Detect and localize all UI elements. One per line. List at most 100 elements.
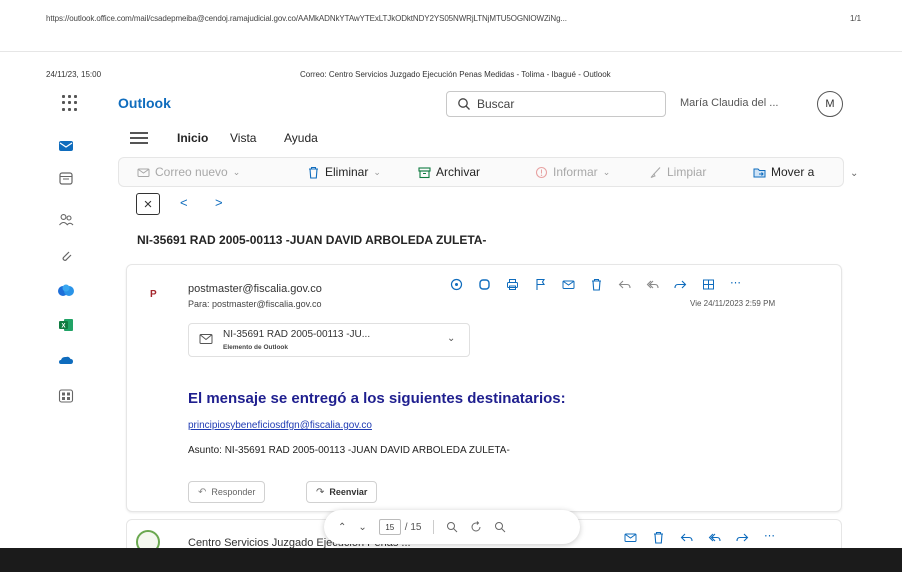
svg-text:X: X: [61, 324, 65, 330]
reply-all-icon[interactable]: [646, 278, 659, 291]
next-message-actions: ⋯: [624, 531, 775, 544]
delivery-heading: El mensaje se entregó a los siguientes d…: [188, 390, 566, 407]
chevron-down-icon[interactable]: ⌄: [603, 167, 611, 178]
search-placeholder: Buscar: [477, 97, 515, 111]
tab-inicio[interactable]: Inicio: [177, 131, 208, 145]
people-icon[interactable]: [58, 212, 74, 228]
envelope-icon: [199, 334, 213, 344]
move-to-button[interactable]: Mover a: [753, 165, 814, 179]
sweep-label: Limpiar: [667, 165, 707, 179]
onedrive-icon[interactable]: [58, 352, 74, 368]
print-icon[interactable]: [506, 278, 519, 291]
chevron-up-icon[interactable]: ⌃: [338, 522, 346, 533]
app-rail: X: [46, 120, 86, 450]
page-url: https://outlook.office.com/mail/csadepme…: [46, 14, 567, 23]
print-header: https://outlook.office.com/mail/csadepme…: [0, 0, 902, 52]
move-to-label: Mover a: [771, 165, 815, 179]
page-count: 1/1: [850, 14, 862, 23]
warning-icon: [535, 166, 548, 178]
reply-all-icon[interactable]: [708, 531, 721, 544]
mail-icon[interactable]: [58, 138, 74, 154]
reply-icon[interactable]: [680, 531, 693, 544]
search-input[interactable]: Buscar: [446, 91, 666, 117]
close-button[interactable]: ×: [136, 193, 160, 215]
trash-icon[interactable]: [652, 531, 665, 544]
teams-icon[interactable]: [58, 283, 74, 299]
forward-button[interactable]: ↷ Reenviar: [306, 481, 378, 503]
chevron-down-icon[interactable]: ⌄: [373, 167, 381, 178]
chevron-down-icon[interactable]: ⌄: [447, 333, 455, 344]
sweep-button[interactable]: Limpiar: [649, 165, 706, 179]
pdf-viewer-toolbar: ⌃ ⌄ 15 / 15: [324, 510, 580, 544]
mark-unread-icon[interactable]: [562, 278, 575, 291]
folder-move-icon: [753, 168, 766, 177]
rotate-icon[interactable]: [470, 521, 482, 533]
message-subject: NI-35691 RAD 2005-00113 -JUAN DAVID ARBO…: [137, 233, 487, 247]
trash-icon: [309, 166, 318, 179]
reply-icon: ↶: [198, 486, 207, 498]
delivery-subject: Asunto: NI-35691 RAD 2005-00113 -JUAN DA…: [188, 445, 510, 456]
app-launcher-icon[interactable]: [62, 95, 78, 111]
chevron-down-icon[interactable]: ⌄: [233, 167, 241, 178]
report-label: Informar: [553, 165, 598, 179]
recipient-line: Para: postmaster@fiscalia.gov.co: [188, 299, 322, 309]
reply-icon[interactable]: [618, 278, 631, 291]
sender-avatar: P: [150, 289, 157, 300]
avatar[interactable]: M: [817, 91, 843, 117]
envelope-icon: [137, 168, 150, 177]
more-apps-icon[interactable]: [58, 388, 74, 404]
archive-label: Archivar: [436, 165, 481, 179]
chevron-down-icon[interactable]: ⌄: [850, 168, 858, 179]
forward-icon[interactable]: [674, 278, 687, 291]
outlook-topbar: Outlook Buscar María Claudia del ... M: [46, 88, 856, 120]
sender-email[interactable]: postmaster@fiscalia.gov.co: [188, 283, 322, 295]
view-icon[interactable]: [702, 278, 715, 291]
tab-vista[interactable]: Vista: [230, 131, 256, 145]
delete-label: Eliminar: [325, 165, 369, 179]
tab-ayuda[interactable]: Ayuda: [284, 131, 318, 145]
toolbar-divider: [433, 520, 435, 534]
mark-unread-icon[interactable]: [624, 531, 637, 544]
forward-icon[interactable]: [736, 531, 749, 544]
new-mail-button[interactable]: Correo nuevo ⌄: [137, 165, 240, 179]
recipient-link[interactable]: principiosybeneficiosdfgn@fiscalia.gov.c…: [188, 420, 372, 431]
page-number-input[interactable]: 15: [378, 519, 401, 535]
broom-icon: [650, 166, 661, 178]
attachment-name: NI-35691 RAD 2005-00113 -JU...: [223, 329, 371, 340]
ribbon-toolbar: Correo nuevo ⌄ Eliminar ⌄ Archivar Infor…: [118, 157, 844, 187]
message-date: Vie 24/11/2023 2:59 PM: [690, 299, 776, 308]
copilot-icon[interactable]: [478, 278, 491, 291]
app-name[interactable]: Outlook: [118, 95, 171, 111]
attach-icon[interactable]: [58, 248, 74, 264]
attachment-type: Elemento de Outlook: [223, 344, 289, 351]
bottom-bar: [0, 548, 902, 572]
chevron-down-icon[interactable]: ⌄: [358, 522, 366, 533]
archive-button[interactable]: Archivar: [418, 165, 480, 179]
attachment-card[interactable]: NI-35691 RAD 2005-00113 -JU... Elemento …: [188, 323, 470, 357]
new-mail-label: Correo nuevo: [155, 165, 228, 179]
trash-icon[interactable]: [590, 278, 603, 291]
message-actions: ⋯: [450, 278, 741, 291]
more-icon[interactable]: ⋯: [730, 278, 741, 291]
chevron-right-icon[interactable]: >: [215, 195, 223, 210]
forward-label: Reenviar: [329, 487, 368, 497]
forward-icon: ↷: [316, 486, 325, 498]
flag-icon[interactable]: [534, 278, 547, 291]
more-icon[interactable]: ⋯: [764, 531, 775, 544]
info-icon[interactable]: [450, 278, 463, 291]
archive-icon: [418, 166, 431, 178]
calendar-icon[interactable]: [58, 170, 74, 186]
close-icon: ×: [143, 195, 153, 213]
delete-button[interactable]: Eliminar ⌄: [307, 165, 381, 179]
chevron-left-icon[interactable]: <: [180, 195, 188, 210]
excel-icon[interactable]: X: [58, 317, 74, 333]
print-date: 24/11/23, 15:00: [46, 70, 102, 79]
zoom-icon[interactable]: [446, 521, 458, 533]
report-button[interactable]: Informar ⌄: [535, 165, 610, 179]
hamburger-icon[interactable]: [130, 132, 148, 144]
user-name[interactable]: María Claudia del ...: [680, 97, 778, 109]
reply-button[interactable]: ↶ Responder: [188, 481, 266, 503]
page-total: / 15: [404, 521, 422, 533]
search-icon[interactable]: [494, 521, 506, 533]
print-title: Correo: Centro Servicios Juzgado Ejecuci…: [300, 70, 611, 79]
